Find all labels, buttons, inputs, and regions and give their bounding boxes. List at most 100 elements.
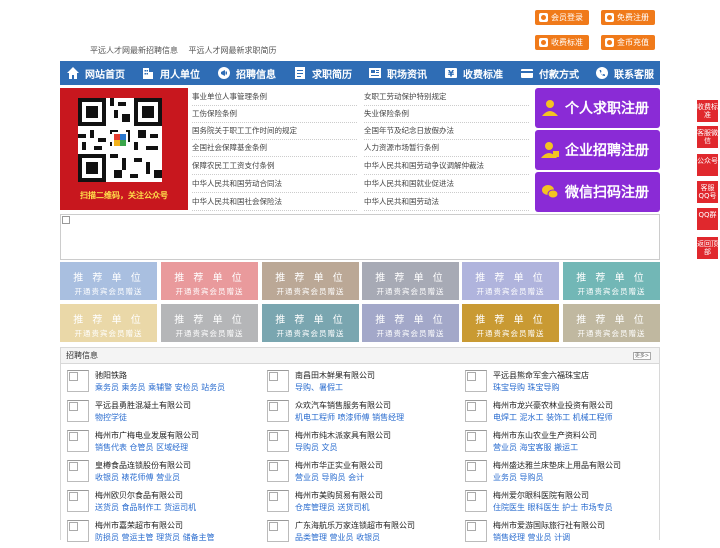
company-logo[interactable] <box>465 520 487 542</box>
side-button[interactable]: 收费标准 <box>697 100 718 122</box>
law-link[interactable]: 保障农民工工资支付条例 <box>192 157 357 175</box>
job-positions[interactable]: 营业员 导购员 会计 <box>295 472 364 483</box>
company-logo[interactable] <box>67 490 89 512</box>
job-positions[interactable]: 业务员 导购员 <box>493 472 544 483</box>
company-logo[interactable] <box>267 490 289 512</box>
company-name[interactable]: 梅州市爱游国际旅行社有限公司 <box>493 520 605 531</box>
company-name[interactable]: 梅州市纯木派家具有限公司 <box>295 430 391 441</box>
nav-jobs[interactable]: 招聘信息 <box>211 61 287 85</box>
nav-pricing[interactable]: ¥ 收费标准 <box>438 61 514 85</box>
latest-resumes-link[interactable]: 平远人才网最新求职简历 <box>189 46 277 55</box>
more-link[interactable]: 更多> <box>633 352 651 360</box>
company-logo[interactable] <box>267 400 289 422</box>
company-name[interactable]: 梅州市嘉荣超市有限公司 <box>95 520 183 531</box>
employer-register-button[interactable]: 企业招聘注册 <box>535 130 660 170</box>
company-logo[interactable] <box>67 460 89 482</box>
job-positions[interactable]: 销售经理 营业员 计调 <box>493 532 570 543</box>
job-positions[interactable]: 珠宝导购 珠宝导购 <box>493 382 560 393</box>
recommended-unit-slot[interactable]: 推 荐 单 位开通贵宾会员赠送 <box>462 304 559 342</box>
recommended-unit-slot[interactable]: 推 荐 单 位开通贵宾会员赠送 <box>262 262 359 300</box>
wechat-register-button[interactable]: 微信扫码注册 <box>535 172 660 212</box>
recommended-unit-slot[interactable]: 推 荐 单 位开通贵宾会员赠送 <box>60 304 157 342</box>
law-link[interactable]: 中华人民共和国劳动争议调解仲裁法 <box>364 157 529 175</box>
company-name[interactable]: 皇樽食品连锁股份有限公司 <box>95 460 191 471</box>
job-positions[interactable]: 营业员 海宝客服 搬运工 <box>493 442 578 453</box>
side-button[interactable]: 客服微信 <box>697 126 718 148</box>
job-positions[interactable]: 导购员 文员 <box>295 442 338 453</box>
company-logo[interactable] <box>67 520 89 542</box>
law-link[interactable]: 中华人民共和国劳动合同法 <box>192 175 357 193</box>
nav-home[interactable]: 网站首页 <box>60 61 135 85</box>
job-positions[interactable]: 乘务员 乘务员 乘辅警 安检员 站务员 <box>95 382 225 393</box>
free-register-button[interactable]: 免费注册 <box>601 10 655 25</box>
job-positions[interactable]: 送货员 食品制作工 货运司机 <box>95 502 196 513</box>
company-name[interactable]: 平远县熊命军金六福珠宝店 <box>493 370 589 381</box>
recommended-unit-slot[interactable]: 推 荐 单 位开通贵宾会员赠送 <box>563 262 660 300</box>
nav-payment[interactable]: 付款方式 <box>514 61 589 85</box>
company-name[interactable]: 梅州市华正实业有限公司 <box>295 460 383 471</box>
nav-resumes[interactable]: 求职简历 <box>287 61 362 85</box>
recommended-unit-slot[interactable]: 推 荐 单 位开通贵宾会员赠送 <box>60 262 157 300</box>
job-positions[interactable]: 防损员 营运主管 理货员 储备主管 <box>95 532 215 543</box>
company-logo[interactable] <box>465 460 487 482</box>
company-name[interactable]: 梅州市东山农业生产资料公司 <box>493 430 597 441</box>
company-name[interactable]: 梅州市龙兴豪农林业投资有限公司 <box>493 400 613 411</box>
company-name[interactable]: 驰阳铁路 <box>95 370 127 381</box>
side-button[interactable]: 公众号 <box>697 154 718 176</box>
company-name[interactable]: 众欢汽车销售服务有限公司 <box>295 400 391 411</box>
job-positions[interactable]: 仓库管理员 送货司机 <box>295 502 370 513</box>
company-logo[interactable] <box>67 370 89 392</box>
company-name[interactable]: 梅州欧贝尔食品有限公司 <box>95 490 183 501</box>
pricing-button[interactable]: 收费标准 <box>535 35 589 50</box>
side-button[interactable]: 客服QQ号 <box>697 181 718 203</box>
nav-contact[interactable]: 联系客服 <box>589 61 660 85</box>
job-positions[interactable]: 物控学徒 <box>95 412 127 423</box>
job-positions[interactable]: 销售代表 仓管员 区域经理 <box>95 442 188 453</box>
recommended-unit-slot[interactable]: 推 荐 单 位开通贵宾会员赠送 <box>161 262 258 300</box>
company-logo[interactable] <box>465 370 487 392</box>
nav-news[interactable]: 职场资讯 <box>362 61 438 85</box>
job-positions[interactable]: 品类管理 营业员 收银员 <box>295 532 380 543</box>
company-name[interactable]: 南昌田木鲜果有限公司 <box>295 370 375 381</box>
job-seeker-register-button[interactable]: 个人求职注册 <box>535 88 660 128</box>
job-positions[interactable]: 电焊工 泥水工 装饰工 机械工程师 <box>493 412 613 423</box>
latest-jobs-link[interactable]: 平远人才网最新招聘信息 <box>90 46 178 55</box>
company-logo[interactable] <box>465 430 487 452</box>
company-logo[interactable] <box>267 430 289 452</box>
law-link[interactable]: 人力资源市场暂行条例 <box>364 139 529 157</box>
company-name[interactable]: 梅州盛达雅兰床垫床上用品有限公司 <box>493 460 621 471</box>
member-login-button[interactable]: 会员登录 <box>535 10 589 25</box>
coin-recharge-button[interactable]: 金币充值 <box>601 35 655 50</box>
law-link[interactable]: 失业保险条例 <box>364 105 529 123</box>
nav-employers[interactable]: 用人单位 <box>135 61 211 85</box>
company-name[interactable]: 广东海航乐万家连锁超市有限公司 <box>295 520 415 531</box>
company-logo[interactable] <box>67 430 89 452</box>
recommended-unit-slot[interactable]: 推 荐 单 位开通贵宾会员赠送 <box>563 304 660 342</box>
law-link[interactable]: 中华人民共和国劳动法 <box>364 193 529 211</box>
company-logo[interactable] <box>267 460 289 482</box>
law-link[interactable]: 女职工劳动保护特别规定 <box>364 88 529 106</box>
company-name[interactable]: 梅州市美购贸易有限公司 <box>295 490 383 501</box>
job-positions[interactable]: 住院医生 眼科医生 护士 市场专员 <box>493 502 613 513</box>
side-button[interactable]: QQ群 <box>697 208 718 230</box>
job-positions[interactable]: 机电工程师 喷漆师傅 销售经理 <box>295 412 404 423</box>
recommended-unit-slot[interactable]: 推 荐 单 位开通贵宾会员赠送 <box>262 304 359 342</box>
side-button[interactable]: 返回顶部 <box>697 237 718 259</box>
recommended-unit-slot[interactable]: 推 荐 单 位开通贵宾会员赠送 <box>462 262 559 300</box>
company-logo[interactable] <box>465 400 487 422</box>
law-link[interactable]: 中华人民共和国社会保险法 <box>192 193 357 211</box>
recommended-unit-slot[interactable]: 推 荐 单 位开通贵宾会员赠送 <box>161 304 258 342</box>
job-positions[interactable]: 导购、暑假工 <box>295 382 343 393</box>
company-name[interactable]: 梅州爱尔眼科医院有限公司 <box>493 490 589 501</box>
recommended-unit-slot[interactable]: 推 荐 单 位开通贵宾会员赠送 <box>362 304 459 342</box>
company-logo[interactable] <box>67 400 89 422</box>
company-logo[interactable] <box>267 520 289 542</box>
company-name[interactable]: 梅州市广梅电业发展有限公司 <box>95 430 199 441</box>
law-link[interactable]: 中华人民共和国就业促进法 <box>364 175 529 193</box>
law-link[interactable]: 全国社会保障基金条例 <box>192 139 357 157</box>
law-link[interactable]: 事业单位人事管理条例 <box>192 88 357 106</box>
law-link[interactable]: 国务院关于职工工作时间的规定 <box>192 122 357 140</box>
ad-banner[interactable] <box>60 214 660 260</box>
company-name[interactable]: 平远县勇胜混凝土有限公司 <box>95 400 191 411</box>
company-logo[interactable] <box>267 370 289 392</box>
